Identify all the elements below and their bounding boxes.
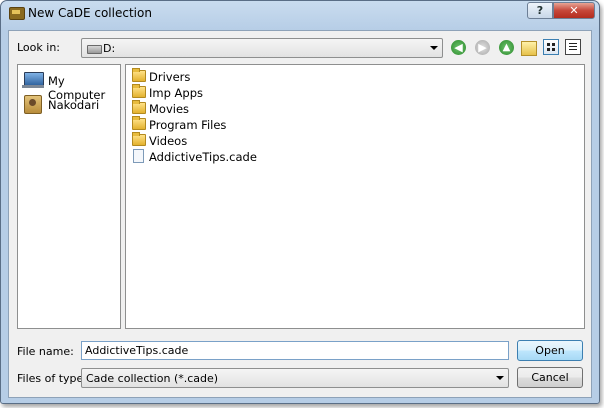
drive-icon	[87, 45, 102, 54]
file-name: Movies	[149, 102, 190, 116]
list-item[interactable]: AddictiveTips.cade	[130, 148, 330, 164]
document-icon	[133, 149, 144, 163]
help-button[interactable]: ?	[527, 2, 553, 19]
file-name-field[interactable]	[81, 341, 509, 360]
folder-icon	[132, 84, 146, 98]
file-type-value: Cade collection (*.cade)	[86, 372, 219, 385]
file-name-label: File name:	[17, 345, 74, 358]
place-my-computer[interactable]: My Computer	[22, 71, 118, 102]
folder-icon	[132, 132, 146, 146]
file-name: Imp Apps	[149, 86, 204, 100]
close-button[interactable]: ✕	[553, 2, 595, 19]
chevron-down-icon	[496, 376, 504, 380]
computer-icon	[22, 72, 44, 88]
app-icon	[9, 7, 25, 20]
file-name: Drivers	[149, 70, 191, 84]
file-name: AddictiveTips.cade	[149, 150, 257, 164]
folder-icon	[132, 116, 146, 130]
list-item[interactable]: Drivers	[130, 68, 330, 84]
open-button[interactable]: Open	[517, 340, 583, 361]
list-item[interactable]: Imp Apps	[130, 84, 330, 100]
window-title: New CaDE collection	[28, 6, 152, 20]
dialog-body: Look in: D: ◀ ▶ ▲ My Computer Nakodari D…	[8, 30, 592, 398]
title-bar[interactable]: New CaDE collection ? ✕	[1, 1, 599, 27]
user-icon	[24, 95, 42, 114]
details-view-icon[interactable]	[565, 39, 581, 55]
list-item[interactable]: Movies	[130, 100, 330, 116]
places-pane: My Computer Nakodari	[17, 64, 121, 329]
new-folder-icon[interactable]	[521, 41, 537, 56]
cancel-button[interactable]: Cancel	[517, 367, 583, 388]
file-name: Videos	[149, 134, 188, 148]
look-in-label: Look in:	[17, 41, 60, 54]
list-item[interactable]: Program Files	[130, 116, 330, 132]
folder-icon	[132, 100, 146, 114]
folder-icon	[132, 68, 146, 82]
file-type-label: Files of type:	[17, 372, 88, 385]
file-list: Drivers Imp Apps Movies Program Files Vi…	[125, 64, 585, 329]
look-in-value: D:	[103, 42, 116, 55]
file-type-dropdown[interactable]: Cade collection (*.cade)	[81, 368, 509, 388]
look-in-dropdown[interactable]: D:	[81, 38, 443, 58]
chevron-down-icon	[430, 46, 438, 50]
up-folder-icon[interactable]: ▲	[499, 40, 514, 55]
list-item[interactable]: Videos	[130, 132, 330, 148]
file-name: Program Files	[149, 118, 227, 132]
forward-icon[interactable]: ▶	[475, 40, 490, 55]
place-label: Nakodari	[48, 98, 100, 112]
place-nakodari[interactable]: Nakodari	[22, 95, 118, 114]
back-icon[interactable]: ◀	[451, 40, 466, 55]
view-menu-icon[interactable]	[543, 39, 559, 55]
open-dialog-window: New CaDE collection ? ✕ Look in: D: ◀ ▶ …	[0, 0, 600, 404]
